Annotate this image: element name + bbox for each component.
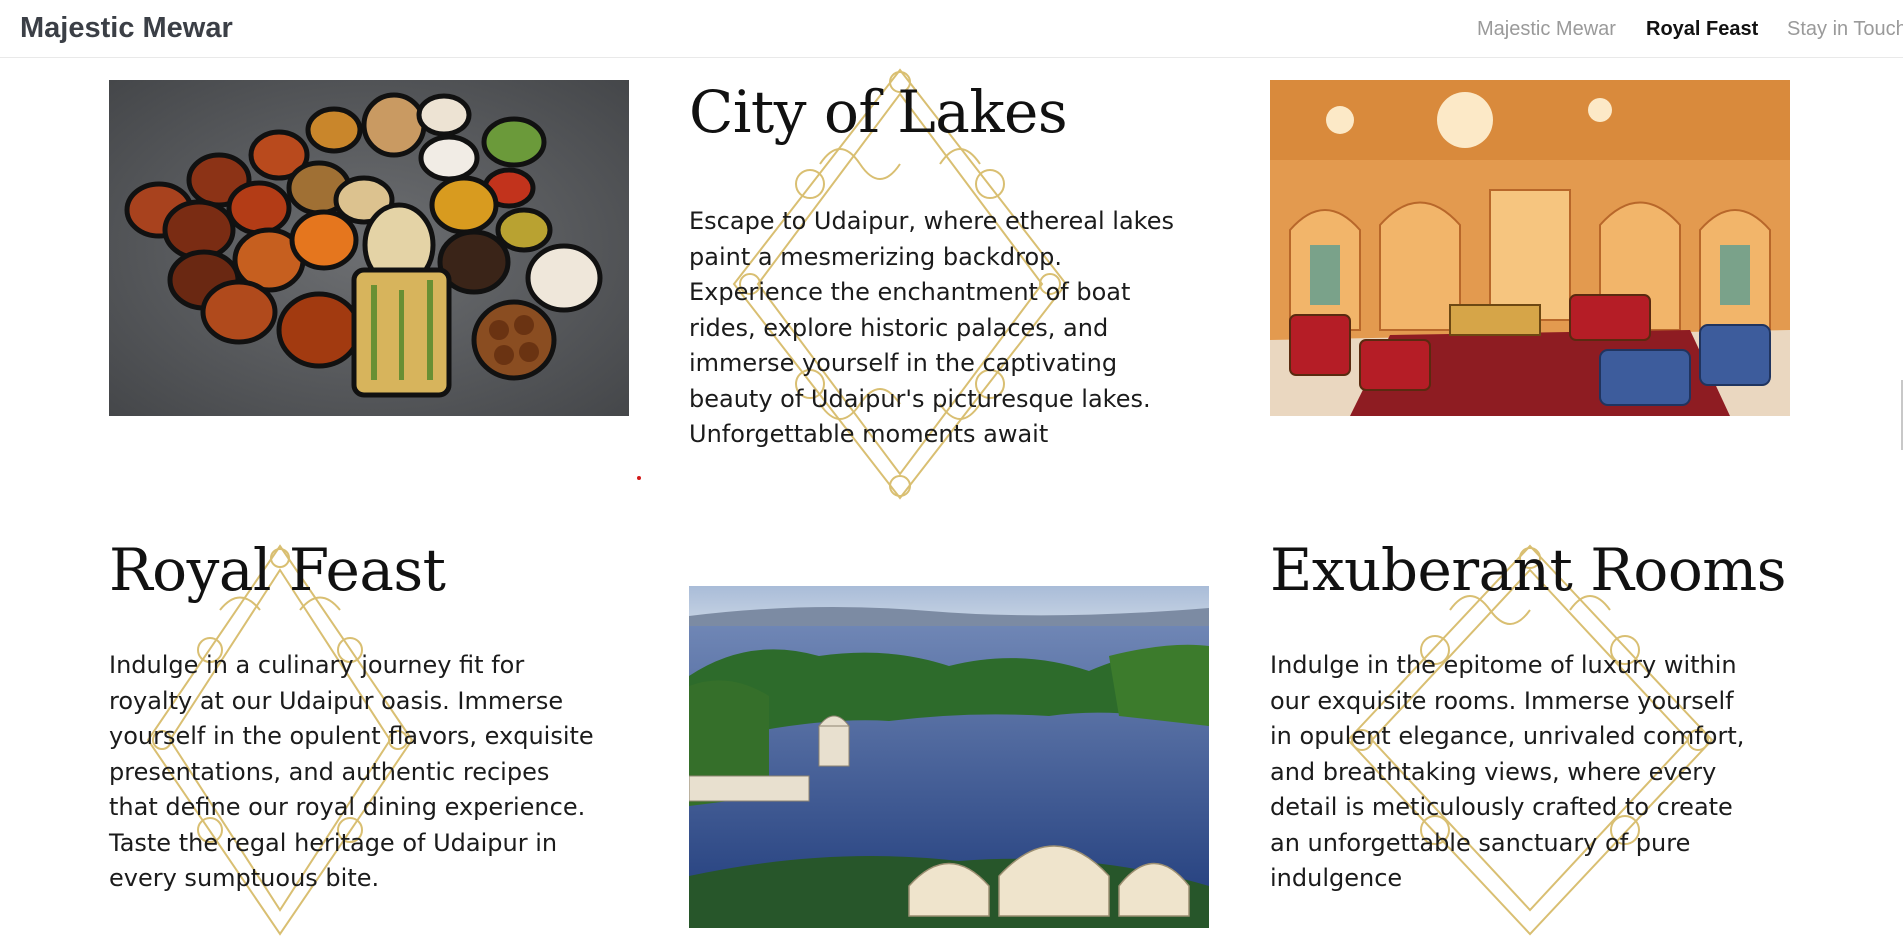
exuberant-room-interior-photo [1270,80,1790,416]
city-of-lakes-photo [689,586,1209,928]
brand-logo-link[interactable]: Majestic Mewar [20,12,233,45]
city-of-lakes-heading: City of Lakes [689,78,1068,146]
nav-link-royal-feast[interactable]: Royal Feast [1646,18,1758,41]
city-of-lakes-description: Escape to Udaipur, where ethereal lakes … [689,207,1174,448]
exuberant-rooms-description: Indulge in the epitome of luxury within … [1270,651,1745,892]
royal-feast-description: Indulge in a culinary journey fit for ro… [109,651,594,892]
cursor-dot [637,476,641,480]
nav-link-majestic-mewar[interactable]: Majestic Mewar [1477,18,1616,41]
exuberant-rooms-heading: Exuberant Rooms [1270,536,1787,604]
top-navbar: Majestic Mewar Majestic Mewar Royal Feas… [0,0,1903,58]
royal-feast-thali-photo [109,80,629,416]
royal-feast-heading: Royal Feast [109,536,446,604]
nav-link-stay-in-touch[interactable]: Stay in Touch [1787,18,1903,41]
